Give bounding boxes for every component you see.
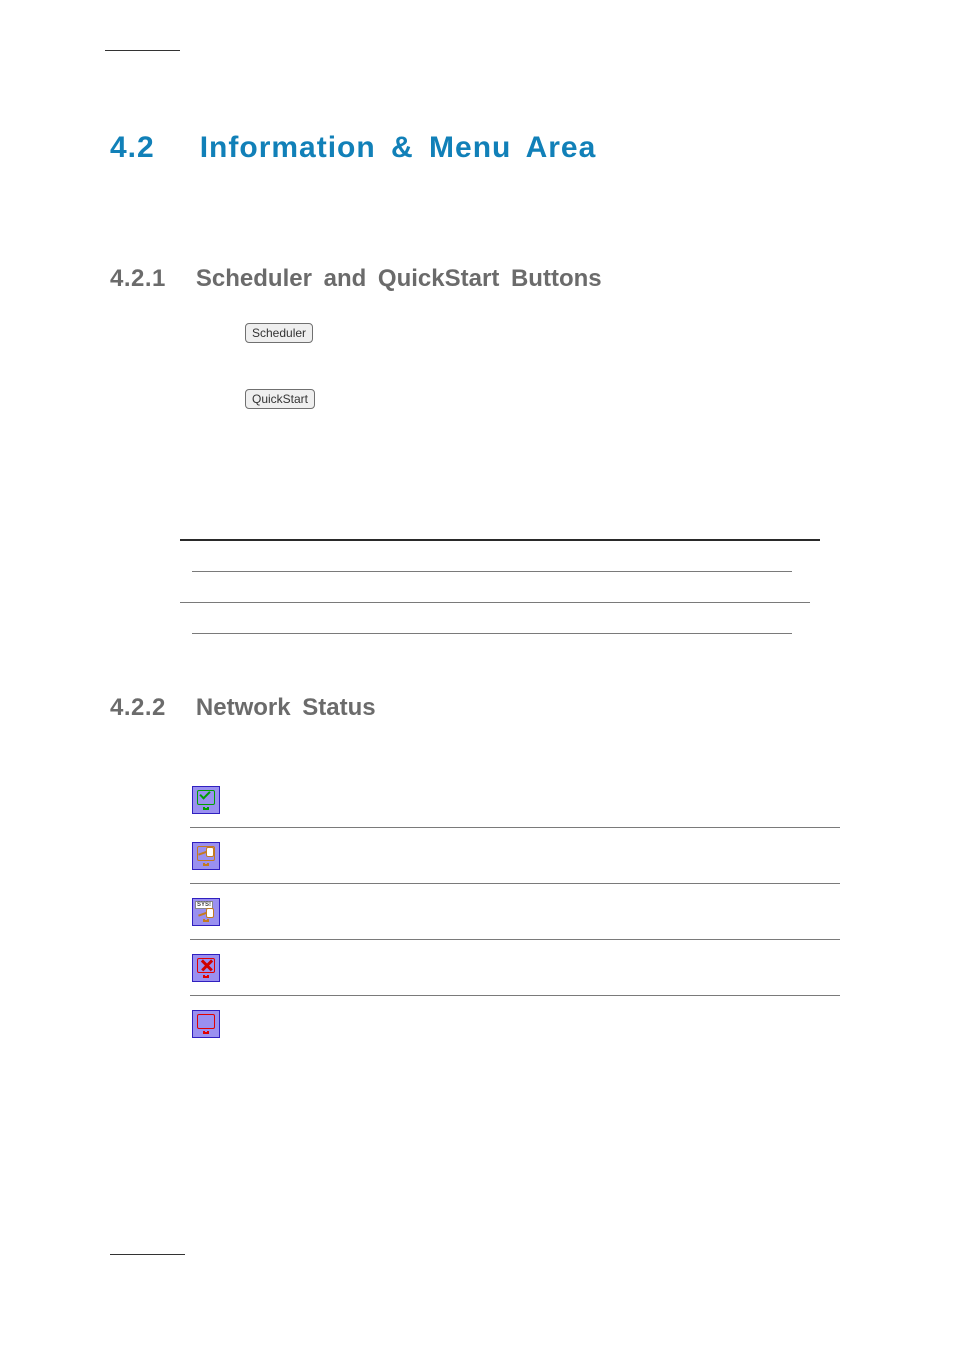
subsection-heading: 4.2.1 Scheduler and QuickStart Buttons [110, 265, 854, 293]
section-number: 4.2 [110, 131, 155, 165]
footer-rule [110, 1254, 185, 1255]
subsection-number: 4.2.2 [110, 694, 166, 722]
table-row [190, 940, 840, 996]
plugged-icon [192, 842, 220, 870]
network-status-table: SYS! [190, 772, 840, 1052]
monitor-off-icon [192, 1010, 220, 1038]
disconnected-icon [192, 954, 220, 982]
status-icon-cell: SYS! [190, 897, 222, 927]
button-example-row: Scheduler [245, 323, 854, 343]
table-row: SYS! [190, 884, 840, 940]
status-icon-cell [190, 785, 222, 815]
scheduler-button[interactable]: Scheduler [245, 323, 313, 343]
header-rule [105, 50, 180, 51]
status-icon-cell [190, 953, 222, 983]
divider-line [180, 602, 810, 603]
quickstart-button[interactable]: QuickStart [245, 389, 315, 409]
status-icon-cell [190, 1009, 222, 1039]
divider-group [180, 539, 854, 634]
section-heading: 4.2 Information & Menu Area [110, 131, 854, 165]
table-row [190, 772, 840, 828]
connected-ok-icon [192, 786, 220, 814]
sys-plugged-icon: SYS! [192, 898, 220, 926]
divider-line [180, 539, 820, 541]
subsection-number: 4.2.1 [110, 265, 166, 293]
subsection-title: Network Status [196, 694, 376, 722]
divider-line [192, 633, 792, 634]
button-example-row: QuickStart [245, 389, 854, 409]
section-title: Information & Menu Area [200, 131, 597, 165]
divider-line [192, 571, 792, 572]
subsection-title: Scheduler and QuickStart Buttons [196, 265, 602, 293]
document-page: 4.2 Information & Menu Area 4.2.1 Schedu… [0, 0, 954, 1102]
status-icon-cell [190, 841, 222, 871]
table-row [190, 828, 840, 884]
table-row [190, 996, 840, 1052]
subsection-heading: 4.2.2 Network Status [110, 694, 854, 722]
